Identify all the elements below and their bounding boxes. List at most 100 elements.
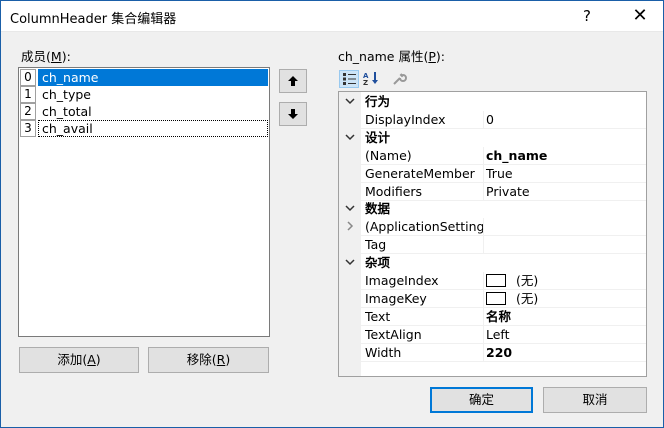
help-button[interactable]: ? xyxy=(564,1,610,31)
property-separator xyxy=(483,343,484,362)
member-index: 2 xyxy=(20,103,36,120)
properties-label-accesskey: P xyxy=(428,49,436,64)
member-item[interactable]: 0 ch_name xyxy=(20,69,270,86)
property-category[interactable]: 行为 xyxy=(339,93,646,111)
arrow-down-icon xyxy=(288,109,298,119)
chevron-down-icon[interactable] xyxy=(345,203,355,213)
member-name: ch_avail xyxy=(38,120,268,137)
categorized-icon xyxy=(343,73,356,85)
remove-button[interactable]: 移除(R) xyxy=(148,347,269,373)
add-button-accesskey: A xyxy=(87,352,96,367)
property-category[interactable]: 数据 xyxy=(339,200,646,218)
members-list[interactable]: 0 ch_name 1 ch_type 2 ch_total 3 ch_avail xyxy=(18,67,270,337)
remove-button-suffix: ) xyxy=(225,352,231,367)
property-separator xyxy=(483,218,484,237)
property-separator xyxy=(483,325,484,344)
add-button-suffix: ) xyxy=(95,352,101,367)
property-value[interactable]: (无) xyxy=(516,272,538,290)
categorized-view-button[interactable] xyxy=(339,70,359,88)
property-name: (ApplicationSettings) xyxy=(365,219,483,235)
property-value[interactable]: 0 xyxy=(486,111,494,129)
property-separator xyxy=(483,146,484,165)
property-grid[interactable]: 行为 DisplayIndex 0 设计 (Name) ch_name GenerateMe… xyxy=(338,91,647,377)
close-button[interactable]: ✕ xyxy=(617,1,663,31)
property-name: 行为 xyxy=(365,94,391,109)
member-item[interactable]: 2 ch_total xyxy=(20,103,270,120)
svg-text:Z: Z xyxy=(363,79,368,86)
property-value[interactable]: True xyxy=(486,165,513,183)
remove-button-label: 移除( xyxy=(186,352,217,367)
property-separator xyxy=(483,164,484,183)
property-separator xyxy=(483,307,484,326)
property-value[interactable]: ch_name xyxy=(486,147,547,165)
chevron-right-icon[interactable] xyxy=(345,221,355,231)
property-name: Width xyxy=(365,344,402,360)
property-value[interactable]: 220 xyxy=(486,344,512,362)
property-separator xyxy=(483,110,484,129)
member-name: ch_total xyxy=(42,104,92,119)
property-name: ImageIndex xyxy=(365,273,439,288)
chevron-down-icon[interactable] xyxy=(345,132,355,142)
property-separator xyxy=(483,236,484,255)
property-separator xyxy=(483,272,484,290)
image-preview-box xyxy=(486,274,506,287)
member-index: 3 xyxy=(20,120,36,137)
wrench-icon xyxy=(393,73,407,85)
move-up-button[interactable] xyxy=(279,69,307,93)
sort-alphabetical-icon: A Z xyxy=(363,72,378,86)
add-button-label: 添加( xyxy=(57,352,88,367)
property-row[interactable]: Tag xyxy=(339,236,646,255)
properties-label: ch_name 属性(P): xyxy=(338,46,445,65)
member-item[interactable]: 1 ch_type xyxy=(20,86,270,103)
property-name: 设计 xyxy=(365,129,391,145)
chevron-down-icon[interactable] xyxy=(345,257,355,267)
property-row[interactable]: (Name) ch_name xyxy=(339,146,646,165)
members-label: 成员(M): xyxy=(21,46,71,65)
property-name: TextAlign xyxy=(365,326,422,342)
property-value[interactable]: Private xyxy=(486,183,530,201)
property-category[interactable]: 杂项 xyxy=(339,254,646,272)
property-value[interactable]: (无) xyxy=(516,290,538,308)
property-row[interactable]: Modifiers Private xyxy=(339,182,646,201)
property-name: ImageKey xyxy=(365,290,427,306)
property-value[interactable]: Left xyxy=(486,326,510,344)
members-label-accesskey: M xyxy=(50,49,62,64)
property-pages-button[interactable] xyxy=(389,70,409,88)
member-item[interactable]: 3 ch_avail xyxy=(20,120,270,137)
property-row[interactable]: GenerateMember True xyxy=(339,164,646,183)
member-name: ch_type xyxy=(42,87,91,102)
property-row[interactable]: ImageIndex (无) xyxy=(339,272,646,290)
property-row[interactable]: (ApplicationSettings) xyxy=(339,218,646,237)
property-name: Text xyxy=(365,308,391,324)
property-name: (Name) xyxy=(365,147,412,163)
property-value[interactable]: 名称 xyxy=(486,308,511,326)
members-label-text: 成员( xyxy=(21,49,51,64)
window-title: ColumnHeader 集合编辑器 xyxy=(10,12,177,27)
move-down-button[interactable] xyxy=(279,102,307,126)
property-name: DisplayIndex xyxy=(365,111,446,127)
chevron-down-icon[interactable] xyxy=(345,96,355,106)
member-index: 0 xyxy=(20,69,36,86)
property-name: GenerateMember xyxy=(365,165,475,181)
property-row[interactable]: DisplayIndex 0 xyxy=(339,110,646,129)
ok-button[interactable]: 确定 xyxy=(430,387,533,413)
property-name: Tag xyxy=(365,237,387,253)
properties-label-suffix: ): xyxy=(435,49,445,64)
alphabetical-view-button[interactable]: A Z xyxy=(361,70,381,88)
members-label-suffix: ): xyxy=(61,49,71,64)
property-name: Modifiers xyxy=(365,183,423,199)
member-index: 1 xyxy=(20,86,36,103)
property-row[interactable]: Width 220 xyxy=(339,343,646,362)
image-preview-box xyxy=(486,291,506,305)
property-separator xyxy=(483,289,484,308)
cancel-button[interactable]: 取消 xyxy=(543,387,647,413)
property-row[interactable]: ImageKey (无) xyxy=(339,289,646,308)
member-name: ch_name xyxy=(38,69,268,86)
arrow-up-icon xyxy=(288,76,298,86)
property-category[interactable]: 设计 xyxy=(339,129,646,147)
title-bar: ColumnHeader 集合编辑器 ? ✕ xyxy=(1,1,663,32)
add-button[interactable]: 添加(A) xyxy=(19,347,139,373)
property-row[interactable]: TextAlign Left xyxy=(339,325,646,344)
property-row[interactable]: Text 名称 xyxy=(339,307,646,326)
property-name: 杂项 xyxy=(365,255,391,271)
